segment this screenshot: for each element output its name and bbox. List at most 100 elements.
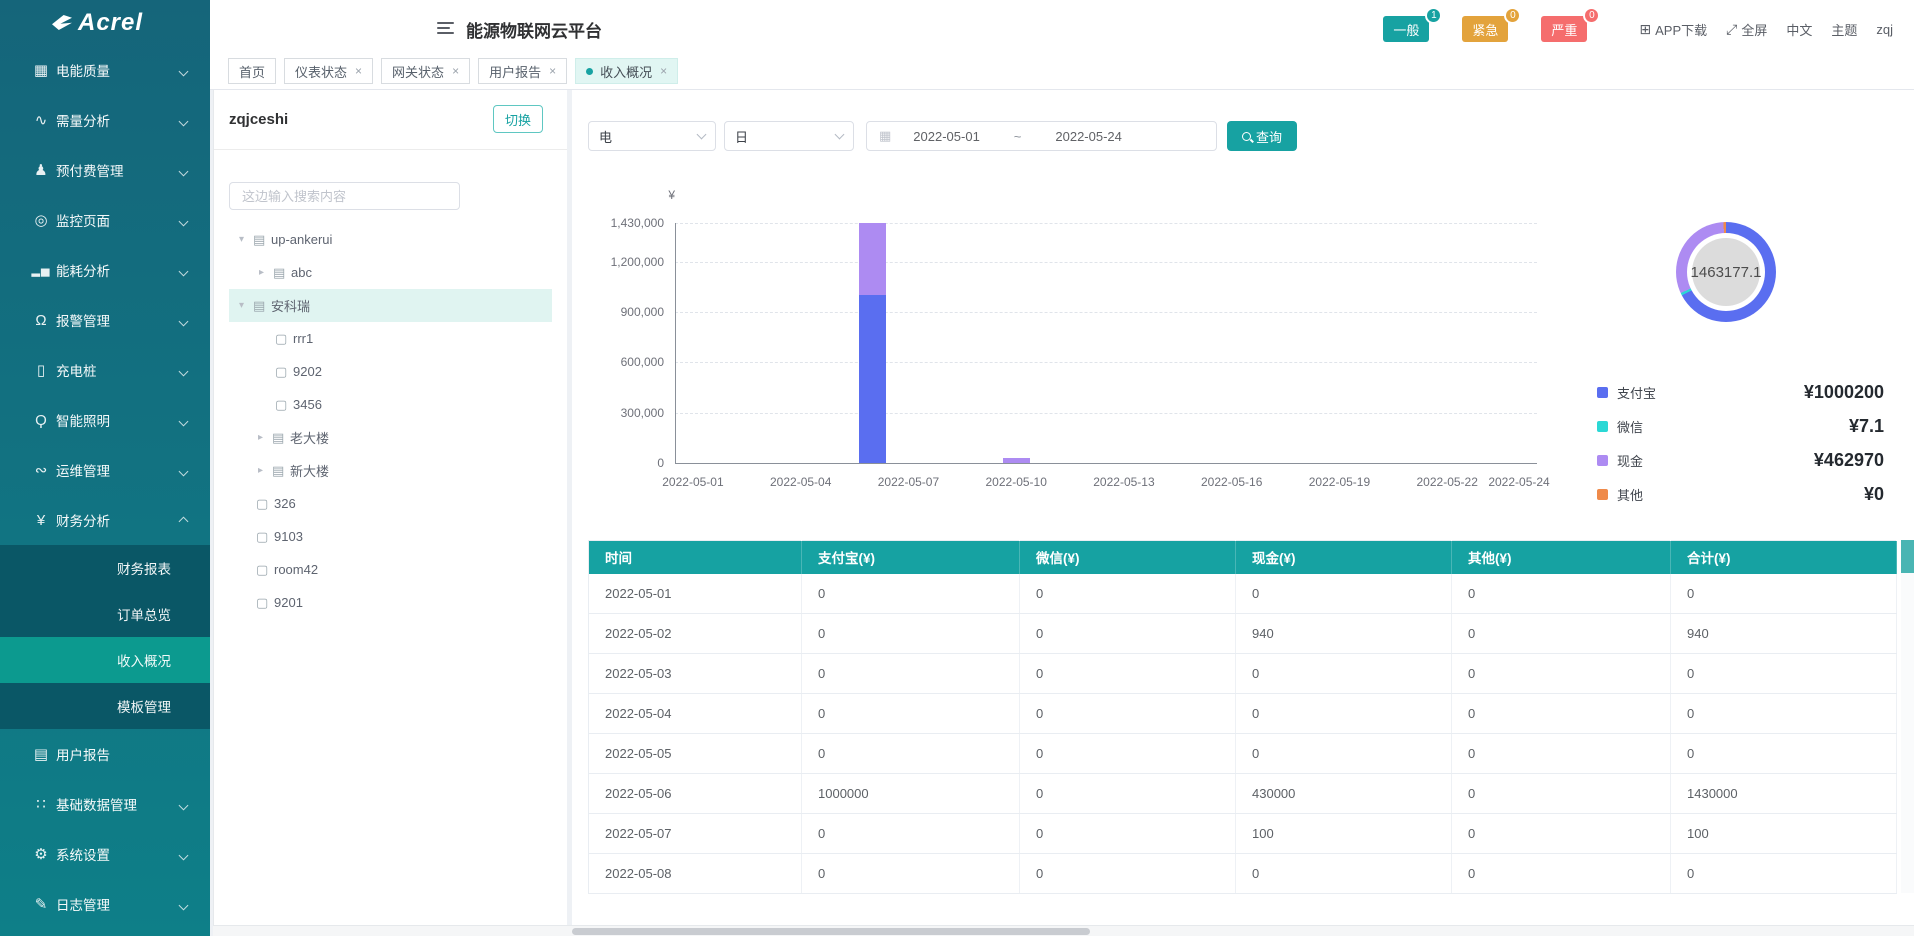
table-cell: 0 <box>1452 854 1671 894</box>
arrow-expanded-icon[interactable]: ▾ <box>239 234 253 245</box>
x-tick-label: 2022-05-01 <box>662 475 723 489</box>
table-cell: 2022-05-03 <box>589 654 802 694</box>
energy-type-select[interactable]: 电 <box>588 121 716 151</box>
tree-node-rrr1[interactable]: ▢rrr1 <box>229 322 552 355</box>
table-cell: 0 <box>1236 854 1452 894</box>
query-button[interactable]: 查询 <box>1227 121 1297 151</box>
tree-node-326[interactable]: ▢326 <box>229 487 552 520</box>
tab-user-report[interactable]: 用户报告× <box>478 58 567 84</box>
sidebar-item-label: 充电桩 <box>56 360 97 380</box>
horizontal-scrollbar[interactable] <box>213 925 1914 936</box>
tree-node-9201[interactable]: ▢9201 <box>229 586 552 619</box>
table-cell: 0 <box>1020 614 1236 654</box>
date-range-picker[interactable]: ▦ 2022-05-01 ~ 2022-05-24 <box>866 121 1217 151</box>
tree-node-new-building[interactable]: ▸▤新大楼 <box>229 454 552 487</box>
legend-color-swatch <box>1597 387 1608 398</box>
sidebar-item-system-settings[interactable]: ⚙系统设置 <box>0 829 210 879</box>
arrow-collapsed-icon[interactable]: ▸ <box>259 267 273 278</box>
gridline <box>675 463 1537 464</box>
app-logo[interactable]: Acrel <box>0 0 210 45</box>
tree-node-9103[interactable]: ▢9103 <box>229 520 552 553</box>
sidebar-item-power-quality[interactable]: ▦电能质量 <box>0 45 210 95</box>
table-cell: 0 <box>1236 734 1452 774</box>
table-header-cell: 时间 <box>589 541 802 574</box>
collapse-menu-icon[interactable] <box>437 22 454 37</box>
switch-project-button[interactable]: 切换 <box>493 105 543 133</box>
sidebar-item-energy-analysis[interactable]: ▂▅能耗分析 <box>0 245 210 295</box>
chevron-down-icon <box>180 413 187 428</box>
legend-row-微信[interactable]: 微信¥7.1 <box>1597 409 1884 443</box>
toolbar-user[interactable]: zqj <box>1876 22 1893 37</box>
chevron-down-icon <box>180 263 187 278</box>
x-tick-label: 2022-05-07 <box>878 475 939 489</box>
table-vertical-scrollbar[interactable] <box>1901 540 1914 893</box>
y-tick-label: 900,000 <box>588 305 664 319</box>
close-icon[interactable]: × <box>549 64 556 78</box>
table-row: 2022-05-0800000 <box>589 854 1897 894</box>
toolbar-theme[interactable]: 主题 <box>1831 20 1857 39</box>
sidebar-item-monitor-page[interactable]: ◎监控页面 <box>0 195 210 245</box>
sidebar-item-log-management[interactable]: ✎日志管理 <box>0 879 210 929</box>
alarm-badge-critical[interactable]: 严重0 <box>1541 16 1587 42</box>
toolbar-language[interactable]: 中文 <box>1786 20 1812 39</box>
tab-income-overview[interactable]: 收入概况× <box>575 58 678 84</box>
legend-color-swatch <box>1597 421 1608 432</box>
sidebar-item-basic-data[interactable]: ∷基础数据管理 <box>0 779 210 829</box>
legend-label: 支付宝 <box>1617 383 1656 402</box>
arrow-collapsed-icon[interactable]: ▸ <box>258 432 272 443</box>
top-bar: 能源物联网云平台 一般1紧急0严重0⊞APP下载⤢全屏中文主题zqj <box>210 0 1914 58</box>
sidebar-item-user-report-menu[interactable]: ▤用户报告 <box>0 729 210 779</box>
tab-home[interactable]: 首页 <box>228 58 276 84</box>
alarm-badge-label: 严重 <box>1551 20 1577 39</box>
tab-meter-status[interactable]: 仪表状态× <box>284 58 373 84</box>
tree-node-label: abc <box>291 265 312 280</box>
qr-code-icon: ⊞ <box>1639 21 1651 38</box>
arrow-expanded-icon[interactable]: ▾ <box>239 300 253 311</box>
sidebar-item-charging-pile[interactable]: ▯充电桩 <box>0 345 210 395</box>
sidebar-item-order-overview[interactable]: 订单总览 <box>0 591 210 637</box>
tree-node-label: 安科瑞 <box>271 296 310 315</box>
table-cell: 0 <box>802 614 1020 654</box>
table-cell: 2022-05-02 <box>589 614 802 654</box>
period-select[interactable]: 日 <box>724 121 854 151</box>
legend-row-其他[interactable]: 其他¥0 <box>1597 477 1884 511</box>
tree-node-9202[interactable]: ▢9202 <box>229 355 552 388</box>
tree-node-old-building[interactable]: ▸▤老大楼 <box>229 421 552 454</box>
tree-node-room42[interactable]: ▢room42 <box>229 553 552 586</box>
tree-node-abc[interactable]: ▸▤abc <box>229 256 552 289</box>
sidebar-item-smart-lighting[interactable]: Ϙ智能照明 <box>0 395 210 445</box>
legend-value: ¥462970 <box>1814 450 1884 471</box>
device-icon: ▢ <box>256 529 274 545</box>
sidebar-item-income-overview[interactable]: 收入概况 <box>0 637 210 683</box>
legend-label: 现金 <box>1617 451 1643 470</box>
horizontal-scrollbar-thumb[interactable] <box>572 928 1090 935</box>
sidebar-item-alarm-management[interactable]: Ω报警管理 <box>0 295 210 345</box>
alarm-badge-general[interactable]: 一般1 <box>1383 16 1429 42</box>
sidebar-item-template-management[interactable]: 模板管理 <box>0 683 210 729</box>
sidebar-item-finance-report[interactable]: 财务报表 <box>0 545 210 591</box>
arrow-collapsed-icon[interactable]: ▸ <box>258 465 272 476</box>
tree-node-3456[interactable]: ▢3456 <box>229 388 552 421</box>
tab-gateway-status[interactable]: 网关状态× <box>381 58 470 84</box>
tree-node-label: 326 <box>274 496 296 511</box>
sidebar-item-label: 基础数据管理 <box>56 794 137 814</box>
tree-search-input[interactable] <box>229 182 460 210</box>
close-icon[interactable]: × <box>452 64 459 78</box>
toolbar-fullscreen[interactable]: ⤢全屏 <box>1726 20 1767 39</box>
alarm-badge-label: 紧急 <box>1472 20 1498 39</box>
toolbar-app-download[interactable]: ⊞APP下载 <box>1639 20 1707 39</box>
close-icon[interactable]: × <box>355 64 362 78</box>
sidebar-item-finance-analysis[interactable]: ¥财务分析 <box>0 495 210 545</box>
table-row: 2022-05-0300000 <box>589 654 1897 694</box>
legend-row-现金[interactable]: 现金 ¥462970 <box>1597 443 1884 477</box>
sidebar-item-label: 报警管理 <box>56 310 110 330</box>
sidebar-item-demand-analysis[interactable]: ∿需量分析 <box>0 95 210 145</box>
tree-node-up-ankerui[interactable]: ▾▤up-ankerui <box>229 223 552 256</box>
legend-row-支付宝[interactable]: 支付宝¥1000200 <box>1597 375 1884 409</box>
close-icon[interactable]: × <box>660 64 667 78</box>
alarm-badge-urgent[interactable]: 紧急0 <box>1462 16 1508 42</box>
table-cell: 0 <box>1452 734 1671 774</box>
sidebar-item-ops-management[interactable]: ∾运维管理 <box>0 445 210 495</box>
sidebar-item-prepaid-fee[interactable]: ♟预付费管理 <box>0 145 210 195</box>
tree-node-ankerui[interactable]: ▾▤安科瑞 <box>229 289 552 322</box>
